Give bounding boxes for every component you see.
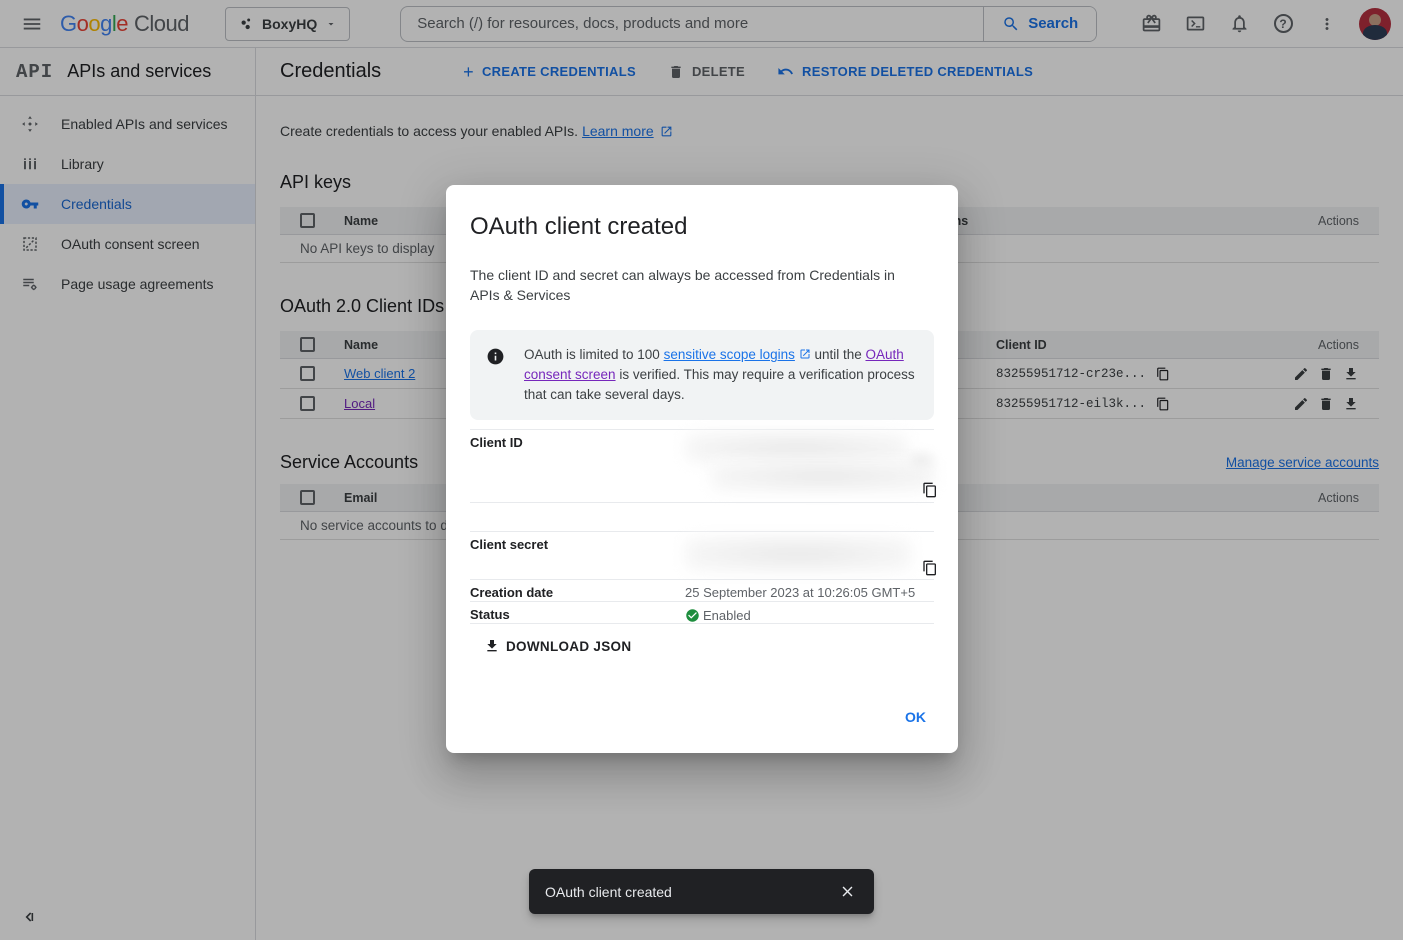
ok-button[interactable]: OK (897, 703, 934, 731)
client-id-label: Client ID (470, 430, 685, 502)
status-label: Status (470, 602, 685, 623)
oauth-client-created-dialog: OAuth client created The client ID and s… (446, 185, 958, 753)
download-icon (484, 638, 500, 654)
copy-client-id-icon[interactable] (922, 482, 938, 498)
dialog-fields: Client ID Client secret Creation date 25… (470, 429, 934, 624)
dialog-title: OAuth client created (470, 213, 934, 241)
external-link-icon (799, 348, 811, 360)
dialog-subtitle: The client ID and secret can always be a… (470, 265, 910, 305)
snackbar-close-icon[interactable] (833, 877, 862, 906)
creation-date-label: Creation date (470, 580, 685, 601)
copy-client-secret-icon[interactable] (922, 560, 938, 576)
verification-notice: OAuth is limited to 100 sensitive scope … (470, 330, 934, 420)
snackbar-message: OAuth client created (545, 884, 833, 900)
sensitive-scope-logins-link[interactable]: sensitive scope logins (664, 347, 795, 362)
download-json-button[interactable]: DOWNLOAD JSON (482, 634, 633, 658)
creation-date-value: 25 September 2023 at 10:26:05 GMT+5 (685, 580, 934, 601)
client-secret-label: Client secret (470, 532, 685, 579)
status-enabled-check-icon (685, 608, 700, 623)
info-icon (486, 347, 505, 366)
status-value: Enabled (703, 608, 751, 623)
snackbar: OAuth client created (529, 869, 874, 914)
redacted-client-secret-value (685, 536, 911, 572)
